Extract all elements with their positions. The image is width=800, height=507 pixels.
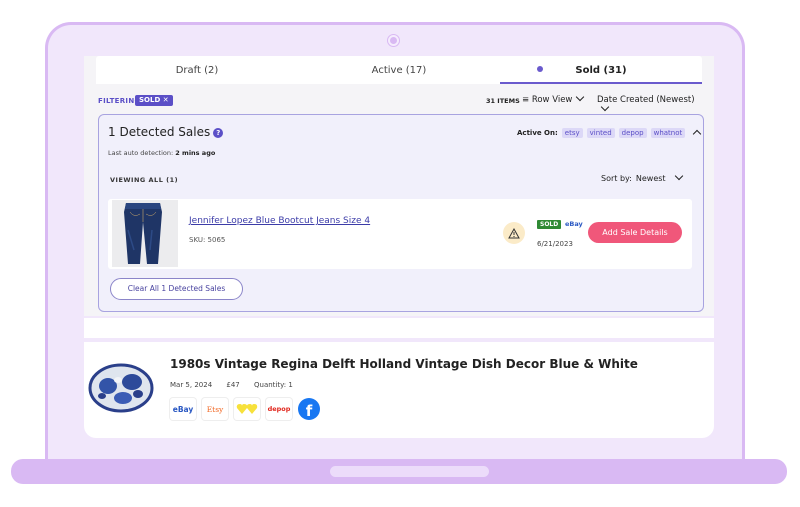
marketplace-tag-vinted: vinted bbox=[586, 128, 615, 138]
item-meta: Mar 5, 2024 £47 Quantity: 1 bbox=[170, 381, 305, 389]
last-auto-value: 2 mins ago bbox=[175, 149, 216, 157]
laptop-mockup: Draft (2) Active (17) Sold (31) FILTERIN… bbox=[0, 0, 800, 507]
jeans-thumbnail bbox=[112, 200, 178, 267]
sort-by-dropdown[interactable]: Sort by: Newest bbox=[601, 171, 683, 183]
active-on-label: Active On: bbox=[517, 129, 558, 137]
webcam-dot bbox=[388, 35, 399, 46]
marketplace-tag-whatnot: whatnot bbox=[650, 128, 686, 138]
marketplace-tag-etsy: etsy bbox=[561, 128, 583, 138]
chevron-down-icon bbox=[576, 92, 585, 102]
row-view-dropdown[interactable]: ≡ Row View bbox=[522, 92, 585, 105]
active-on-marketplaces: Active On: etsy vinted depop whatnot bbox=[517, 128, 702, 139]
detected-sales-heading: 1 Detected Sales bbox=[108, 125, 211, 139]
ebay-marketplace-label: eBay bbox=[565, 220, 583, 228]
sold-notification-dot bbox=[537, 66, 543, 72]
detected-sales-title: 1 Detected Sales? bbox=[108, 125, 224, 139]
tab-active[interactable]: Active (17) bbox=[298, 56, 500, 84]
sale-date: 6/21/2023 bbox=[537, 240, 573, 248]
sold-filter-chip[interactable]: SOLD ✕ bbox=[135, 95, 173, 106]
last-auto-label: Last auto detection: bbox=[108, 149, 174, 157]
etsy-logo-icon[interactable]: Etsy bbox=[202, 398, 228, 420]
sale-item-link[interactable]: Jennifer Lopez Blue Bootcut Jeans Size 4 bbox=[189, 216, 370, 226]
chevron-down-icon bbox=[600, 102, 610, 112]
last-auto-detection: Last auto detection: 2 mins ago bbox=[108, 149, 215, 157]
status-tabs: Draft (2) Active (17) Sold (31) bbox=[96, 56, 702, 84]
poshmark-logo-icon[interactable] bbox=[234, 398, 260, 420]
tab-sold[interactable]: Sold (31) bbox=[500, 56, 702, 84]
item-price: £47 bbox=[226, 381, 240, 389]
viewing-all-label: VIEWING ALL (1) bbox=[110, 176, 179, 184]
sort-by-value: Newest bbox=[635, 174, 666, 183]
detected-sale-row: Jennifer Lopez Blue Bootcut Jeans Size 4… bbox=[108, 199, 692, 269]
section-divider bbox=[84, 318, 714, 338]
warning-icon[interactable] bbox=[503, 222, 525, 244]
sort-by-label: Sort by: bbox=[601, 174, 632, 183]
filter-bar: FILTERING SOLD ✕ 31 ITEMS ≡ Row View Dat… bbox=[98, 92, 698, 112]
item-date: Mar 5, 2024 bbox=[170, 381, 213, 389]
marketplace-tag-depop: depop bbox=[618, 128, 647, 138]
row-view-label: ≡ Row View bbox=[522, 95, 573, 105]
inventory-item-card[interactable]: 1980s Vintage Regina Delft Holland Vinta… bbox=[84, 342, 714, 438]
date-sort-dropdown[interactable]: Date Created (Newest) bbox=[597, 95, 698, 115]
add-sale-details-button[interactable]: Add Sale Details bbox=[588, 222, 682, 243]
heart-pair-icon bbox=[236, 404, 258, 414]
depop-logo-icon[interactable]: depop bbox=[266, 398, 292, 420]
items-count: 31 ITEMS bbox=[486, 97, 520, 105]
warning-triangle bbox=[508, 227, 520, 238]
facebook-logo-icon[interactable]: f bbox=[298, 398, 320, 420]
ebay-logo-icon[interactable]: eBay bbox=[170, 398, 196, 420]
help-icon[interactable]: ? bbox=[213, 128, 224, 138]
item-title[interactable]: 1980s Vintage Regina Delft Holland Vinta… bbox=[170, 357, 638, 371]
tab-draft[interactable]: Draft (2) bbox=[96, 56, 298, 84]
inventory-app: Draft (2) Active (17) Sold (31) FILTERIN… bbox=[84, 56, 714, 316]
date-sort-label: Date Created (Newest) bbox=[597, 95, 695, 105]
marketplace-icons: eBay Etsy depop f bbox=[170, 398, 320, 420]
dish-thumbnail bbox=[88, 362, 154, 414]
jeans-image bbox=[112, 200, 178, 267]
sale-sku: SKU: 5065 bbox=[189, 236, 226, 244]
collapse-chevron-icon[interactable] bbox=[693, 129, 702, 139]
laptop-notch bbox=[330, 466, 489, 477]
detected-sales-panel: 1 Detected Sales? Last auto detection: 2… bbox=[98, 114, 704, 312]
dish-image bbox=[88, 363, 154, 413]
chevron-down-icon bbox=[674, 171, 683, 181]
clear-detected-sales-button[interactable]: Clear All 1 Detected Sales bbox=[110, 278, 243, 300]
sold-status-badge: SOLD bbox=[537, 220, 562, 229]
item-quantity: Quantity: 1 bbox=[254, 381, 293, 389]
